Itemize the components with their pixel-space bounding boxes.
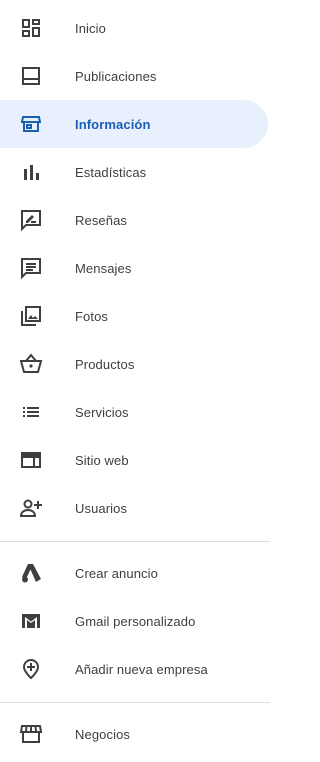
gmail-icon (19, 609, 43, 633)
nav-item-label: Añadir nueva empresa (75, 661, 208, 677)
nav-item-gmail-personalizado[interactable]: Gmail personalizado (0, 597, 268, 645)
nav-item-usuarios[interactable]: Usuarios (0, 484, 268, 532)
dashboard-icon (19, 16, 43, 40)
photo-library-icon (19, 304, 43, 328)
store-icon (19, 722, 43, 746)
nav-item-inicio[interactable]: Inicio (0, 4, 268, 52)
nav-item-servicios[interactable]: Servicios (0, 388, 268, 436)
nav-item-label: Reseñas (75, 212, 128, 228)
nav-item-label: Fotos (75, 308, 109, 324)
basket-icon (19, 352, 43, 376)
nav-item-informacion[interactable]: Información (0, 100, 268, 148)
nav-item-label: Negocios (75, 726, 130, 742)
nav-item-negocios[interactable]: Negocios (0, 710, 268, 758)
nav-divider (0, 702, 270, 703)
storefront-icon (19, 112, 43, 136)
nav-item-label: Usuarios (75, 500, 128, 516)
nav-item-crear-anuncio[interactable]: Crear anuncio (0, 549, 268, 597)
side-navigation: Inicio Publicaciones Información Estadís… (0, 0, 270, 762)
bar-chart-icon (19, 160, 43, 184)
nav-item-label: Servicios (75, 404, 129, 420)
nav-item-label: Información (75, 116, 151, 132)
add-location-icon (19, 657, 43, 681)
message-icon (19, 256, 43, 280)
nav-item-label: Crear anuncio (75, 565, 158, 581)
nav-item-resenas[interactable]: Reseñas (0, 196, 268, 244)
list-icon (19, 400, 43, 424)
google-ads-icon (19, 561, 43, 585)
nav-item-anadir-empresa[interactable]: Añadir nueva empresa (0, 645, 268, 693)
nav-item-label: Sitio web (75, 452, 129, 468)
web-icon (19, 448, 43, 472)
nav-item-fotos[interactable]: Fotos (0, 292, 268, 340)
nav-item-sitio-web[interactable]: Sitio web (0, 436, 268, 484)
nav-item-label: Inicio (75, 20, 106, 36)
person-add-icon (19, 496, 43, 520)
posts-icon (19, 64, 43, 88)
nav-item-mensajes[interactable]: Mensajes (0, 244, 268, 292)
nav-item-label: Estadísticas (75, 164, 147, 180)
nav-item-estadisticas[interactable]: Estadísticas (0, 148, 268, 196)
nav-divider (0, 541, 270, 542)
nav-item-productos[interactable]: Productos (0, 340, 268, 388)
nav-item-label: Mensajes (75, 260, 132, 276)
nav-item-label: Publicaciones (75, 68, 157, 84)
nav-item-label: Productos (75, 356, 135, 372)
nav-item-label: Gmail personalizado (75, 613, 196, 629)
rate-review-icon (19, 208, 43, 232)
nav-item-publicaciones[interactable]: Publicaciones (0, 52, 268, 100)
